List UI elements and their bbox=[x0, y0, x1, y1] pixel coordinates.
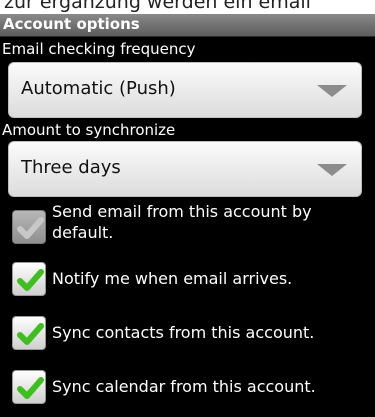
dropdown-arrow-icon bbox=[317, 85, 347, 97]
sync-calendar-label: Sync calendar from this account. bbox=[52, 377, 316, 396]
frequency-selected-value: Automatic (Push) bbox=[21, 78, 176, 99]
title-bar: Account options bbox=[0, 14, 375, 37]
checkmark-icon bbox=[17, 377, 44, 399]
send-email-default-label-line2: default. bbox=[52, 223, 114, 242]
top-cropped-text-label: zur ergänzung werden ein email bbox=[4, 0, 311, 13]
sync-amount-label: Amount to synchronize bbox=[2, 121, 176, 139]
frequency-dropdown[interactable]: Automatic (Push) bbox=[8, 62, 362, 118]
sync-contacts-checkbox[interactable] bbox=[12, 316, 46, 350]
option-notify-email[interactable]: Notify me when email arrives. bbox=[0, 258, 375, 300]
option-send-email-default[interactable]: Send email from this account by default. bbox=[0, 200, 375, 252]
page-title: Account options bbox=[3, 15, 140, 33]
send-email-default-label-line1: Send email from this account by bbox=[52, 202, 312, 221]
notify-email-checkbox[interactable] bbox=[12, 262, 46, 296]
checkmark-icon bbox=[17, 217, 44, 239]
checkmark-icon bbox=[17, 323, 44, 345]
sync-amount-selected-value: Three days bbox=[21, 157, 121, 178]
checkmark-icon bbox=[17, 269, 44, 291]
send-email-default-checkbox[interactable] bbox=[12, 210, 46, 244]
dropdown-arrow-icon bbox=[317, 164, 347, 176]
sync-amount-dropdown[interactable]: Three days bbox=[8, 141, 362, 197]
top-cropped-text: zur ergänzung werden ein email bbox=[0, 0, 375, 14]
sync-calendar-checkbox[interactable] bbox=[12, 370, 46, 404]
sync-contacts-label: Sync contacts from this account. bbox=[52, 323, 315, 342]
option-sync-calendar[interactable]: Sync calendar from this account. bbox=[0, 366, 375, 408]
notify-email-label: Notify me when email arrives. bbox=[52, 269, 293, 288]
option-sync-contacts[interactable]: Sync contacts from this account. bbox=[0, 312, 375, 354]
frequency-label: Email checking frequency bbox=[2, 40, 196, 58]
